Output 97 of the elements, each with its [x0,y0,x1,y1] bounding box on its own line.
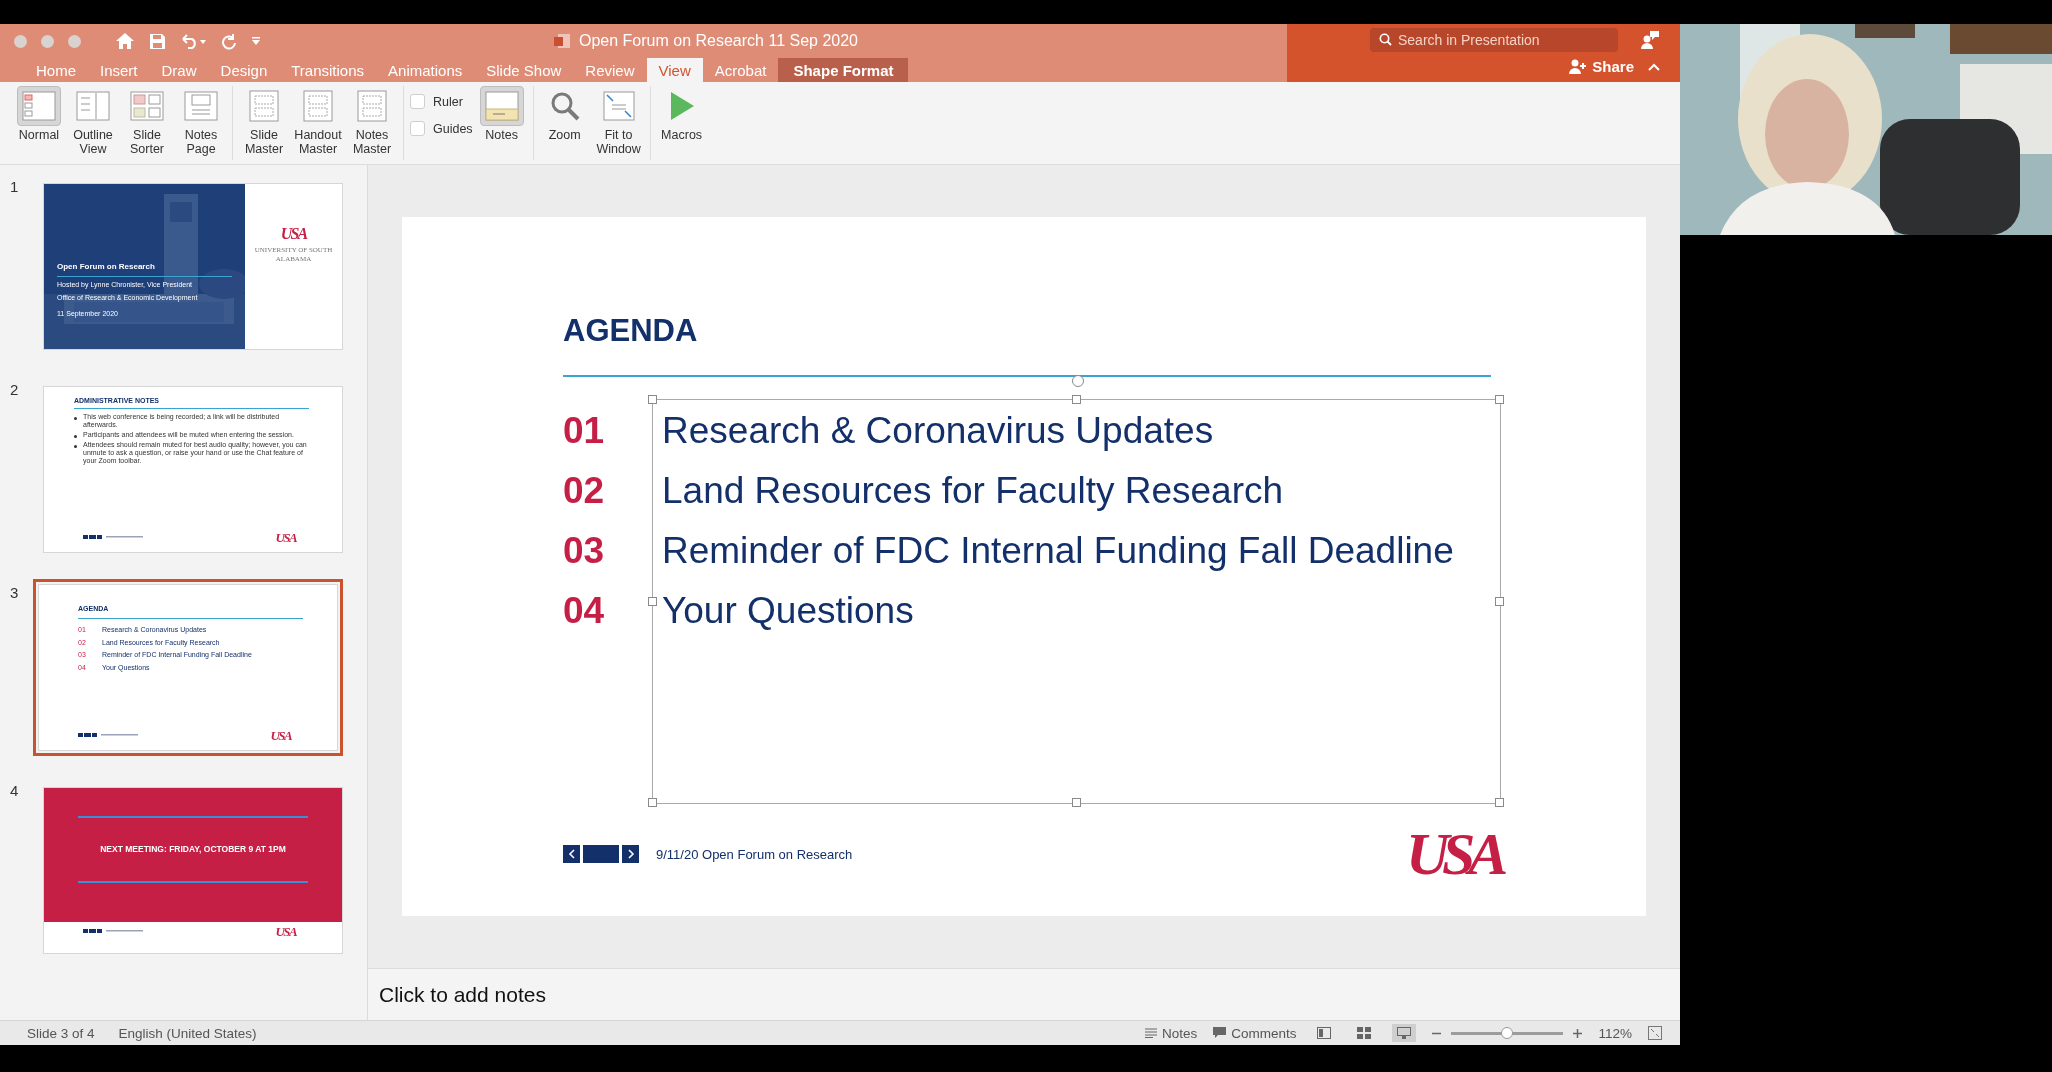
next-slide-button[interactable] [622,845,639,863]
item-text: Your Questions [662,591,914,629]
zoom-in-icon[interactable] [1573,1028,1583,1038]
save-icon[interactable] [149,32,166,50]
resize-handle[interactable] [648,798,657,807]
ribbon-button[interactable]: Notes Master [347,86,397,160]
ribbon-button[interactable]: Slide Sorter [122,86,172,160]
ribbon-button[interactable]: Zoom [539,86,590,160]
reading-view-button[interactable] [1392,1024,1417,1042]
banner-text: NEXT MEETING: FRIDAY, OCTOBER 9 AT 1PM [100,844,286,855]
item-number: 03 [563,531,606,569]
notes-master-icon [357,90,387,122]
slide-master-icon [249,90,279,122]
zoom-percentage: 112% [1598,1025,1632,1041]
slide-counter: Slide 3 of 4 [27,1025,95,1041]
notes-lines-icon [1144,1028,1157,1038]
chevron-right-icon [626,849,635,859]
ribbon-button[interactable]: Slide Master [239,86,289,160]
notes-button[interactable]: Notes [1144,1025,1198,1041]
logo: USA [275,530,296,544]
outline-icon [76,91,110,121]
share-button[interactable]: Share [1569,58,1634,75]
zoom-icon [549,91,580,121]
ribbon-tab[interactable]: View [646,58,703,82]
footer-navigation-icon [83,535,143,539]
close-button[interactable] [14,34,27,48]
notes-icon [484,91,519,121]
undo-icon[interactable] [180,33,206,49]
logo: USA [280,226,307,242]
grid-icon [130,91,164,121]
ribbon-button[interactable]: Normal [14,86,64,160]
minimize-button[interactable] [41,34,54,48]
footer-navigation-icon [78,733,138,737]
ribbon-button[interactable]: Notes [476,86,527,160]
comments-button[interactable]: Comments [1213,1025,1297,1041]
ribbon-button[interactable]: Macros [656,86,707,160]
slider-thumb[interactable] [1501,1026,1514,1039]
ribbon-tab[interactable]: Shape Format [778,58,909,82]
notes-field[interactable]: Click to add notes [368,968,1680,1020]
bullet-icon [74,444,77,448]
checkbox-label: Guides [433,121,473,136]
ribbon-button[interactable]: Outline View [68,86,118,160]
slide-number: 1 [10,178,20,197]
slide-number: 3 [10,584,20,603]
ribbon-button[interactable]: Handout Master [293,86,343,160]
play-icon [668,91,695,121]
item-text: Research & Coronavirus Updates [662,411,1214,449]
slide-number: 4 [10,782,20,801]
ribbon-button[interactable]: Fit to Window [593,86,644,160]
fit-to-window-icon [602,91,635,121]
checkbox[interactable] [410,121,425,136]
ribbon-button[interactable]: Notes Page [176,86,226,160]
comment-icon [1213,1027,1227,1039]
footer-navigation-icon [83,929,143,933]
document-icon [553,33,571,49]
resize-handle[interactable] [1071,395,1081,404]
resize-handle[interactable] [648,596,657,606]
logo: USA [1405,824,1501,884]
resize-handle[interactable] [1071,798,1081,807]
slide-layout-icon [22,91,56,121]
slide-number-box [583,845,619,863]
slide-title: Open Forum on Research [57,262,156,272]
slide-title: AGENDA [563,313,698,349]
language-label: English (United States) [118,1025,257,1041]
rotate-handle[interactable] [1072,375,1084,387]
slide-number: 2 [10,381,20,400]
item-number: 04 [563,591,606,629]
customize-caret-icon[interactable] [251,36,261,46]
resize-handle[interactable] [1495,798,1504,807]
item-number: 01 [563,411,606,449]
bullet-icon [74,434,77,438]
collapse-ribbon-icon[interactable] [1648,62,1660,71]
search-icon [1379,33,1392,46]
resize-handle[interactable] [1495,596,1504,606]
redo-icon[interactable] [220,32,237,50]
bullet-icon [74,416,77,420]
comment-person-icon[interactable] [1640,30,1660,50]
home-icon[interactable] [115,32,135,50]
footer-text: 9/11/20 Open Forum on Research [656,846,853,862]
logo: USA [275,924,296,938]
previous-slide-button[interactable] [563,845,580,863]
window-title: Open Forum on Research 11 Sep 2020 [579,32,858,50]
item-number: 02 [563,471,606,509]
item-text: Reminder of FDC Internal Funding Fall Deadline [662,531,1454,569]
fit-slide-icon[interactable] [1648,1026,1662,1040]
checkbox-label: Ruler [433,94,463,109]
zoom-button[interactable] [68,34,81,48]
item-text: Land Resources for Faculty Research [662,471,1284,509]
resize-handle[interactable] [1495,395,1504,404]
search-field[interactable]: Search in Presentation [1370,28,1618,52]
checkbox[interactable] [410,94,425,109]
resize-handle[interactable] [648,395,657,404]
add-person-icon [1569,59,1588,74]
handout-master-icon [303,90,333,122]
page-icon [184,91,218,121]
chevron-left-icon [567,849,576,859]
logo: USA [270,728,291,742]
